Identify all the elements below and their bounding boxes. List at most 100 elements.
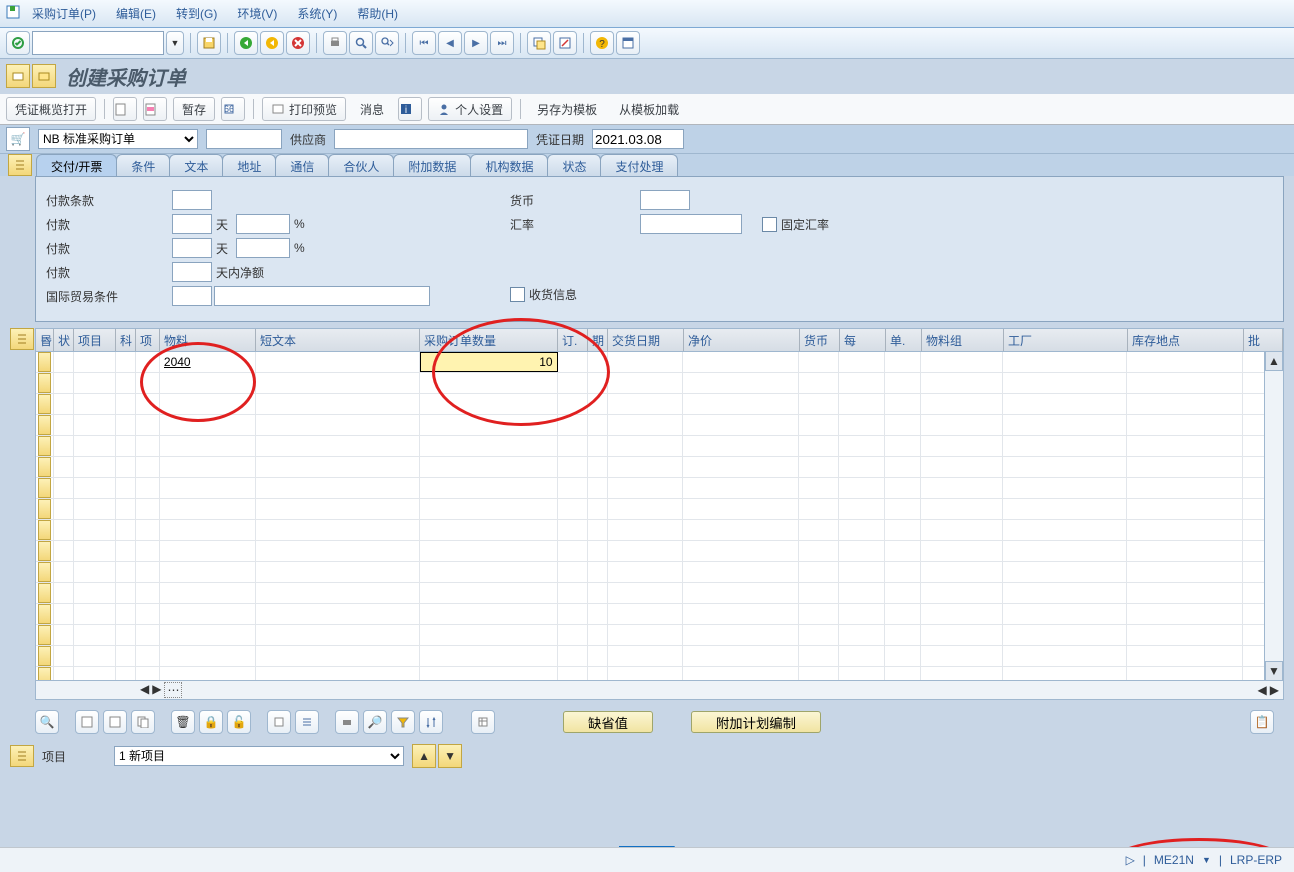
cell[interactable] — [136, 667, 160, 680]
item-print-icon[interactable] — [335, 710, 359, 734]
cell[interactable] — [116, 373, 136, 393]
cell[interactable] — [683, 625, 799, 645]
expand-icon[interactable]: 📋 — [1250, 710, 1274, 734]
cell[interactable] — [558, 436, 588, 456]
cell[interactable] — [256, 625, 420, 645]
first-page-icon[interactable]: ⏮ — [412, 31, 436, 55]
cell[interactable] — [54, 625, 74, 645]
cell[interactable] — [839, 394, 885, 414]
cell[interactable] — [74, 604, 116, 624]
pay2-pct-field[interactable] — [236, 238, 290, 258]
menu-help[interactable]: 帮助(H) — [347, 3, 408, 24]
cell[interactable] — [588, 499, 608, 519]
cell[interactable] — [54, 541, 74, 561]
cell[interactable] — [54, 352, 74, 372]
cell[interactable] — [608, 394, 684, 414]
col-plant[interactable]: 工厂 — [1004, 329, 1128, 351]
cell[interactable] — [74, 373, 116, 393]
item-detail-icon[interactable] — [267, 710, 291, 734]
cell[interactable] — [588, 415, 608, 435]
cell[interactable] — [420, 625, 558, 645]
cell[interactable] — [885, 373, 921, 393]
cell[interactable] — [54, 562, 74, 582]
tab-orgdata[interactable]: 机构数据 — [470, 154, 548, 177]
table-row[interactable] — [36, 562, 1283, 583]
cell[interactable] — [160, 667, 256, 680]
cell[interactable] — [420, 520, 558, 540]
cell[interactable] — [256, 436, 420, 456]
cell[interactable] — [885, 499, 921, 519]
cell[interactable] — [558, 520, 588, 540]
cell[interactable] — [921, 541, 1003, 561]
cell[interactable] — [54, 394, 74, 414]
cell[interactable] — [683, 562, 799, 582]
cell[interactable] — [558, 583, 588, 603]
cell[interactable] — [799, 394, 839, 414]
check-icon[interactable]: 66 — [221, 97, 245, 121]
cell[interactable] — [1003, 667, 1127, 680]
cell[interactable] — [921, 646, 1003, 666]
item-collapse-button[interactable] — [10, 328, 34, 350]
customize-icon[interactable] — [616, 31, 640, 55]
col-delivdate[interactable]: 交货日期 — [608, 329, 684, 351]
cell[interactable] — [683, 646, 799, 666]
scroll-track[interactable] — [1265, 369, 1283, 663]
cell[interactable] — [74, 352, 116, 372]
col-batch[interactable]: 批 — [1244, 329, 1283, 351]
cell[interactable] — [608, 436, 684, 456]
table-row[interactable] — [36, 415, 1283, 436]
scroll-down-icon[interactable]: ▼ — [1265, 661, 1283, 681]
cell[interactable] — [799, 457, 839, 477]
table-row[interactable] — [36, 667, 1283, 680]
personal-settings-button[interactable]: 个人设置 — [428, 97, 512, 121]
cell[interactable] — [74, 499, 116, 519]
col-netprice[interactable]: 净价 — [684, 329, 800, 351]
cell[interactable] — [1127, 520, 1243, 540]
cell[interactable] — [74, 625, 116, 645]
cell[interactable] — [799, 541, 839, 561]
cell[interactable] — [136, 478, 160, 498]
cell[interactable] — [1127, 625, 1243, 645]
cell[interactable] — [420, 583, 558, 603]
cell[interactable] — [116, 667, 136, 680]
cell[interactable] — [608, 562, 684, 582]
cell[interactable] — [608, 457, 684, 477]
cell[interactable] — [558, 646, 588, 666]
row-selector[interactable] — [36, 520, 54, 540]
cell[interactable] — [608, 604, 684, 624]
cell[interactable] — [160, 541, 256, 561]
table-row[interactable] — [36, 520, 1283, 541]
cell[interactable] — [256, 352, 420, 372]
cell[interactable] — [839, 541, 885, 561]
cell[interactable] — [839, 499, 885, 519]
cell[interactable] — [921, 604, 1003, 624]
cell[interactable] — [1003, 625, 1127, 645]
cell[interactable] — [588, 667, 608, 680]
table-row[interactable] — [36, 541, 1283, 562]
cell[interactable] — [136, 415, 160, 435]
cell[interactable] — [885, 541, 921, 561]
default-values-button[interactable]: 缺省值 — [563, 711, 653, 733]
cell[interactable] — [799, 415, 839, 435]
cell[interactable] — [160, 478, 256, 498]
exit-icon[interactable] — [260, 31, 284, 55]
cell[interactable] — [608, 373, 684, 393]
cell[interactable] — [1127, 478, 1243, 498]
cell[interactable] — [54, 478, 74, 498]
cell[interactable] — [1127, 562, 1243, 582]
cell[interactable] — [683, 373, 799, 393]
cell[interactable] — [74, 646, 116, 666]
cell[interactable] — [256, 499, 420, 519]
title-icon-2[interactable] — [32, 64, 56, 88]
cell[interactable] — [839, 646, 885, 666]
cell[interactable] — [256, 646, 420, 666]
cell[interactable] — [54, 436, 74, 456]
pay1-pct-field[interactable] — [236, 214, 290, 234]
cell[interactable] — [683, 604, 799, 624]
cell[interactable] — [839, 520, 885, 540]
sort-icon[interactable] — [419, 710, 443, 734]
cell[interactable] — [256, 667, 420, 680]
cell[interactable] — [256, 520, 420, 540]
cell[interactable] — [54, 373, 74, 393]
tab-comm[interactable]: 通信 — [275, 154, 329, 177]
